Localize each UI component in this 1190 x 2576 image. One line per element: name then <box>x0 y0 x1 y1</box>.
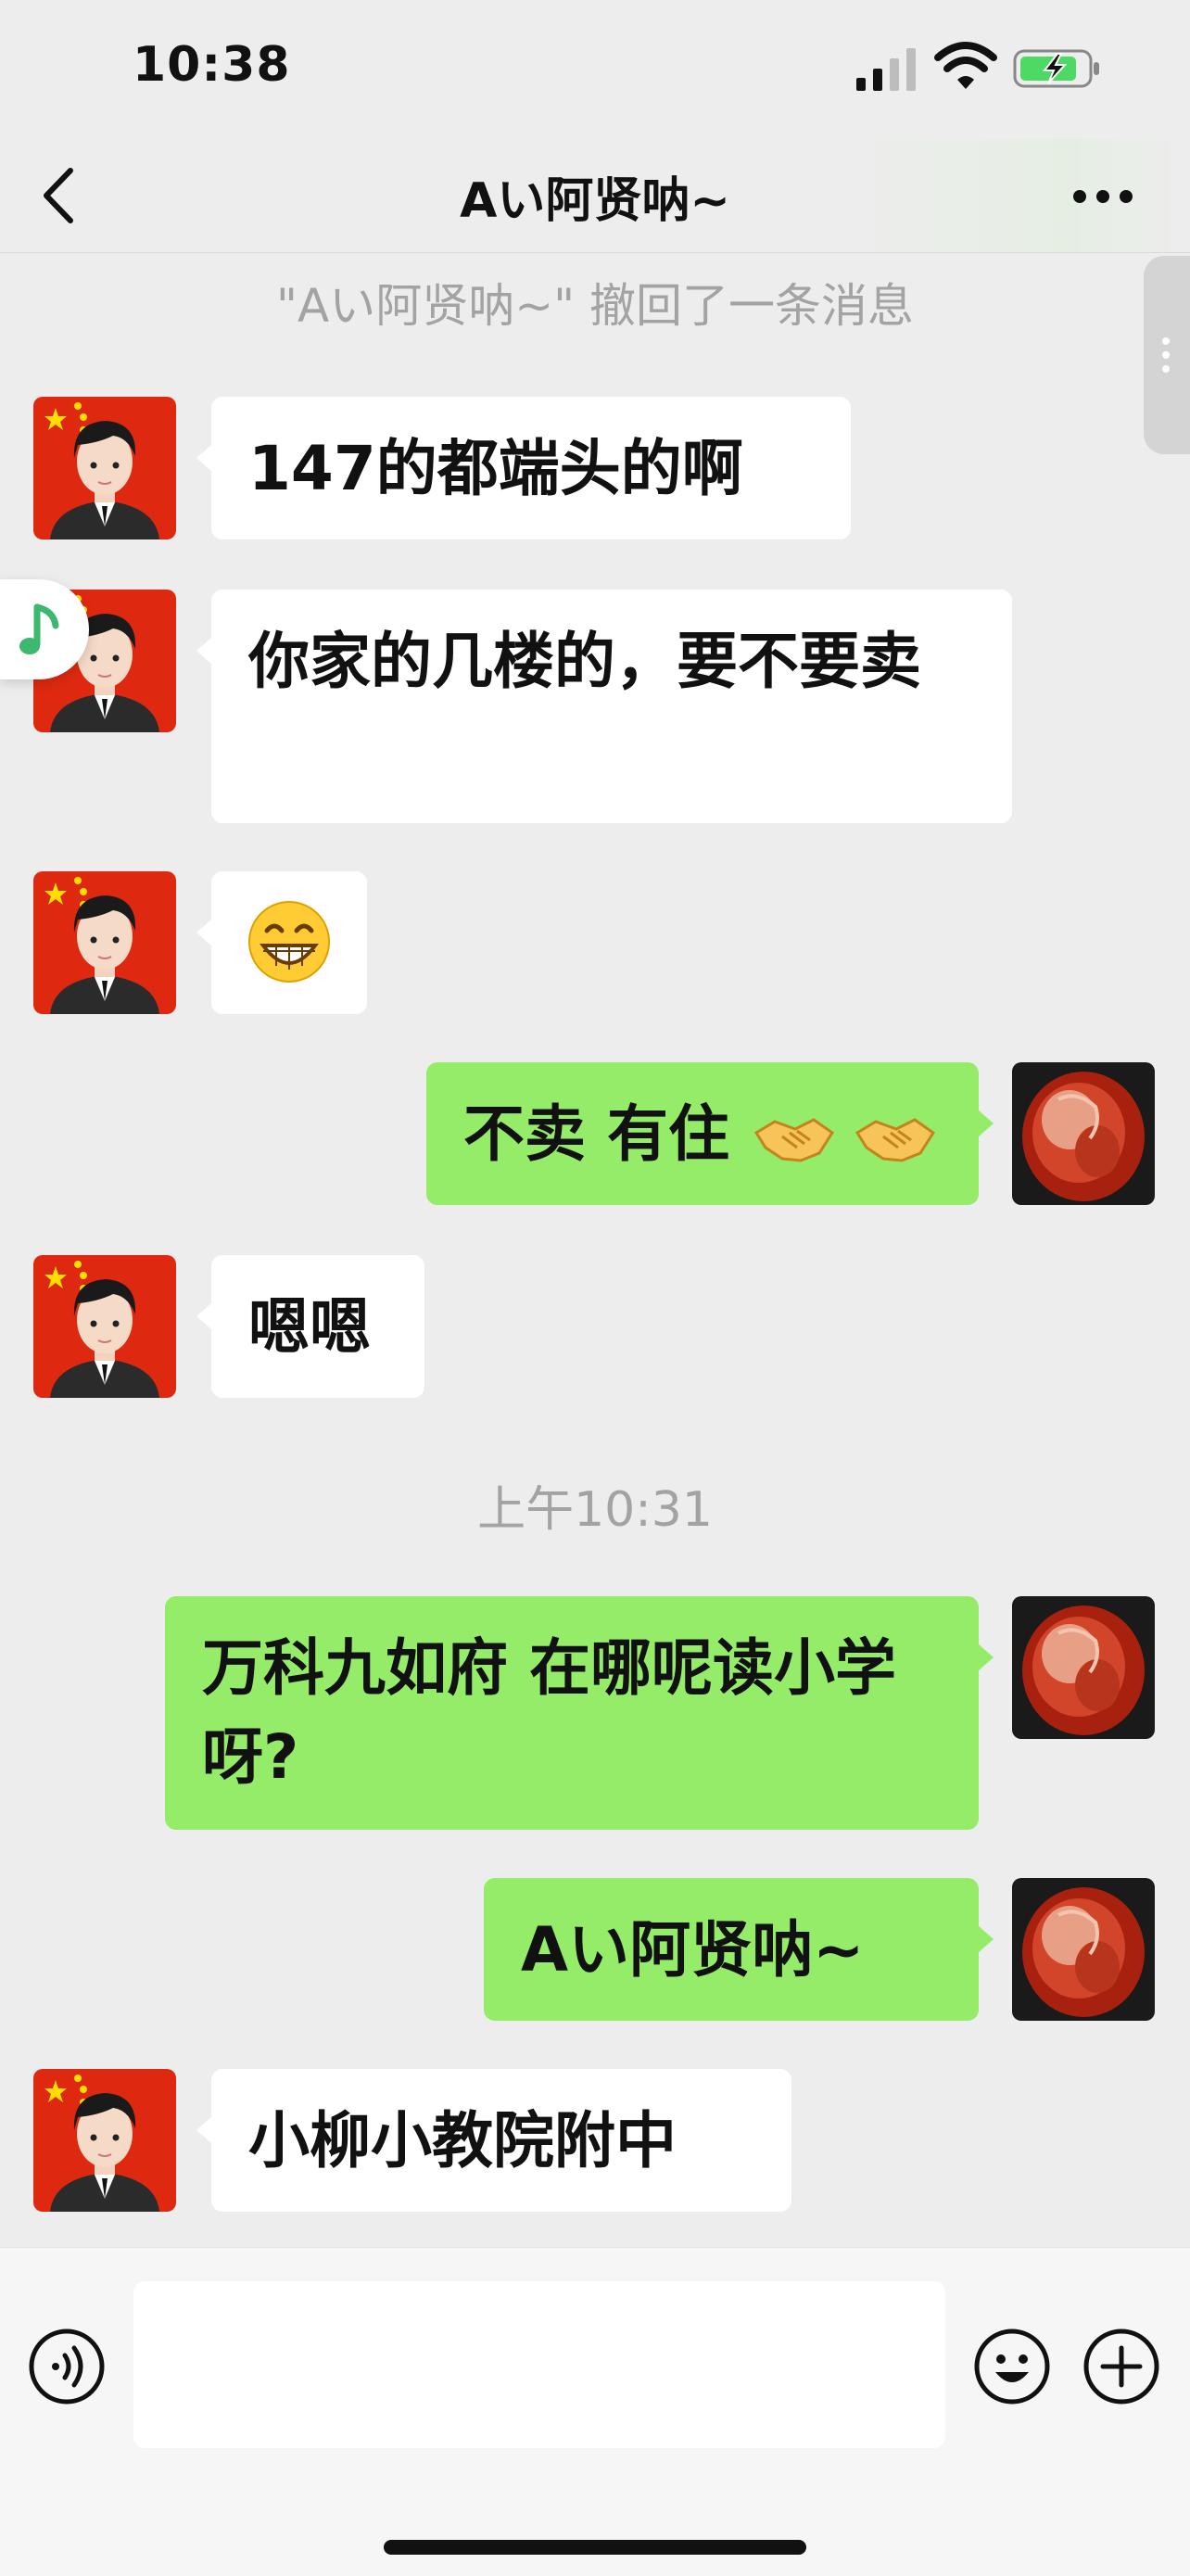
battery-charging-icon <box>1013 49 1099 88</box>
message-text: 万科九如府 在哪呢读小学呀? <box>202 1632 896 1793</box>
message-row: 万科九如府 在哪呢读小学呀? <box>0 1596 1190 1830</box>
message-text: 嗯嗯 <box>248 1291 371 1363</box>
chat-title: Aい阿贤呐~ <box>460 173 730 229</box>
bubble-tail <box>196 920 211 945</box>
bubble-tail <box>196 2117 211 2143</box>
bubble-tail <box>196 638 211 664</box>
music-note-icon <box>19 603 59 654</box>
voice-input-icon[interactable] <box>28 2328 106 2405</box>
message-bubble[interactable]: 不卖 有住 <box>426 1062 994 1205</box>
cellular-signal-icon <box>856 48 916 91</box>
status-time: 10:38 <box>133 37 291 93</box>
handshake-emoji-icon <box>753 1118 834 1162</box>
message-timestamp: 上午10:31 <box>477 1482 713 1538</box>
status-bar: 10:38 <box>0 0 1190 139</box>
message-row: 嗯嗯 <box>0 1255 1190 1398</box>
message-bubble[interactable]: 小柳小教院附中 <box>196 2069 791 2212</box>
side-scroll-handle[interactable] <box>1144 256 1190 454</box>
message-input[interactable] <box>133 2281 945 2448</box>
avatar[interactable] <box>1012 1596 1155 1739</box>
avatar[interactable] <box>33 1255 176 1398</box>
bubble-tail <box>979 1644 994 1670</box>
avatar[interactable] <box>33 2069 176 2212</box>
message-bubble[interactable]: 你家的几楼的，要不要卖 <box>196 590 1012 823</box>
input-bar <box>0 2247 1190 2576</box>
avatar[interactable] <box>1012 1878 1155 2021</box>
plus-icon[interactable] <box>1082 2328 1160 2405</box>
recall-notice: "Aい阿贤呐~" 撤回了一条消息 <box>276 279 914 333</box>
message-bubble[interactable]: 嗯嗯 <box>196 1255 424 1398</box>
avatar[interactable] <box>1012 1062 1155 1205</box>
wifi-icon <box>934 42 997 89</box>
message-bubble[interactable]: 万科九如府 在哪呢读小学呀? <box>165 1596 994 1830</box>
message-text: 不卖 有住 <box>463 1098 729 1170</box>
bubble-tail <box>196 1303 211 1329</box>
home-indicator <box>384 2540 806 2555</box>
emoji-icon[interactable] <box>973 2328 1051 2405</box>
vertical-dots-icon <box>1162 337 1170 373</box>
message-text: 你家的几楼的，要不要卖 <box>248 626 921 697</box>
more-options-icon[interactable] <box>1070 178 1135 215</box>
bubble-tail <box>979 1926 994 1952</box>
avatar[interactable] <box>33 397 176 539</box>
avatar[interactable] <box>33 871 176 1014</box>
message-row: 不卖 有住 <box>0 1062 1190 1205</box>
message-bubble[interactable]: 147的都端头的啊 <box>196 397 851 539</box>
message-row: Aい阿贤呐~ <box>0 1878 1190 2021</box>
message-text: 147的都端头的啊 <box>248 433 743 504</box>
grinning-face-emoji-icon <box>248 901 330 983</box>
bubble-tail <box>196 445 211 471</box>
bubble-tail <box>979 1110 994 1136</box>
message-row: 147的都端头的啊 <box>0 397 1190 539</box>
message-row: 你家的几楼的，要不要卖 <box>0 590 1190 823</box>
chat-header: Aい阿贤呐~ <box>0 139 1190 253</box>
message-row <box>0 871 1190 1014</box>
message-bubble[interactable]: Aい阿贤呐~ <box>484 1878 994 2021</box>
message-row: 小柳小教院附中 <box>0 2069 1190 2212</box>
message-text: Aい阿贤呐~ <box>521 1914 865 1986</box>
message-bubble[interactable] <box>196 871 367 1014</box>
handshake-emoji-icon <box>855 1118 935 1162</box>
floating-music-button[interactable] <box>0 579 89 679</box>
message-text: 小柳小教院附中 <box>248 2105 677 2176</box>
